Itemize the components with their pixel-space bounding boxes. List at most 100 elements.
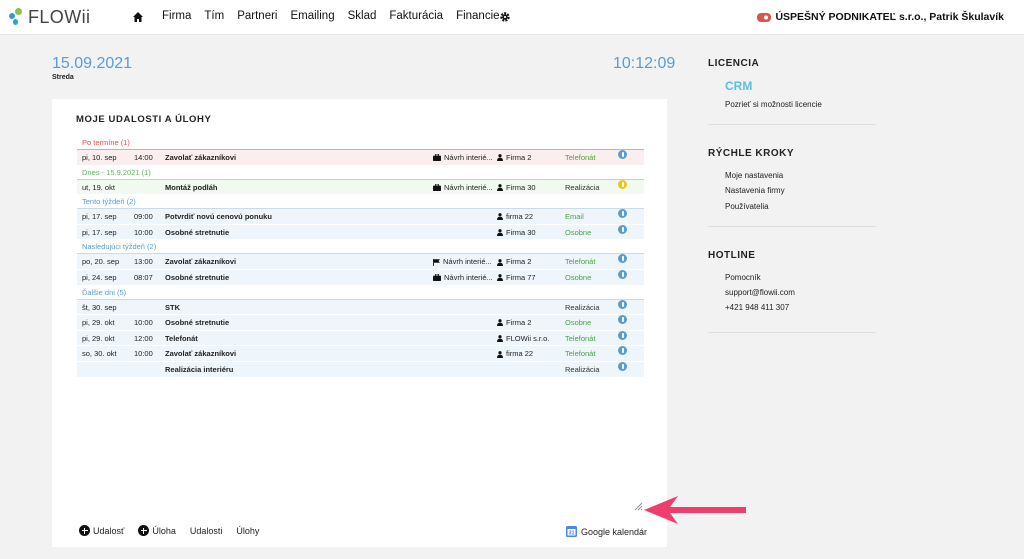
status-info-icon[interactable] xyxy=(618,330,627,340)
event-client[interactable]: Firma 77 xyxy=(497,270,536,286)
plus-icon xyxy=(138,525,150,536)
nav-item-emailing[interactable]: Emailing xyxy=(290,10,334,22)
event-title[interactable]: Realizácia interiéru xyxy=(165,362,233,378)
event-title[interactable]: Zavolať zákazníkovi xyxy=(165,150,236,166)
event-client[interactable]: firma 22 xyxy=(497,209,533,225)
briefcase-icon xyxy=(433,274,441,282)
status-info-icon[interactable] xyxy=(618,361,627,371)
status-info-icon[interactable] xyxy=(618,150,627,159)
status-info-icon[interactable] xyxy=(618,315,627,325)
person-icon xyxy=(497,335,503,343)
event-client[interactable]: Firma 30 xyxy=(497,225,536,241)
event-project-label: Návrh interié... xyxy=(444,153,493,162)
quick-link-users[interactable]: Používatelia xyxy=(725,202,769,211)
google-calendar-button[interactable]: 31 Google kalendár xyxy=(566,526,647,537)
event-client[interactable]: Firma 2 xyxy=(497,150,531,166)
quick-link-my-settings[interactable]: Moje nastavenia xyxy=(725,171,783,180)
divider xyxy=(708,226,876,227)
event-project[interactable]: Návrh interié... xyxy=(433,180,493,196)
event-title[interactable]: Telefonát xyxy=(165,331,198,347)
license-options-link[interactable]: Pozrieť si možnosti licencie xyxy=(725,100,822,109)
nav-item-fakturacia[interactable]: Fakturácia xyxy=(389,10,443,22)
event-project-label: Návrh interié... xyxy=(443,257,492,267)
event-client[interactable]: firma 22 xyxy=(497,346,533,362)
status-info-icon[interactable] xyxy=(618,299,627,309)
status-info-icon[interactable] xyxy=(618,254,627,264)
event-row[interactable]: pi, 24. sep 08:07 Osobné stretnutie Návrh i… xyxy=(77,269,644,286)
hotline-heading: HOTLINE xyxy=(708,250,756,261)
events-link[interactable]: Udalosti xyxy=(190,526,223,536)
gear-icon[interactable] xyxy=(499,11,511,23)
event-title[interactable]: Osobné stretnutie xyxy=(165,270,229,286)
nav-item-partneri[interactable]: Partneri xyxy=(237,10,277,22)
hotline-help-link[interactable]: Pomocník xyxy=(725,273,761,282)
event-row[interactable]: pi, 10. sep 14:00 Zavolať zákazníkovi Návrh… xyxy=(77,150,644,166)
event-project[interactable]: Návrh interié... xyxy=(433,150,493,166)
person-icon xyxy=(497,213,503,221)
event-title[interactable]: Montáž podláh xyxy=(165,180,218,196)
person-icon xyxy=(497,229,503,237)
event-time: 09:00 xyxy=(134,212,153,222)
event-type: Telefonát xyxy=(565,257,596,267)
hotline-email-link[interactable]: support@flowii.com xyxy=(725,288,795,297)
event-date: pi, 17. sep xyxy=(82,227,117,237)
quick-steps-heading: RÝCHLE KROKY xyxy=(708,148,795,159)
nav-item-firma[interactable]: Firma xyxy=(162,10,191,22)
license-plan: CRM xyxy=(725,79,753,93)
event-row[interactable]: Realizácia interiéru Realizácia xyxy=(77,361,644,378)
brand-name: FLOWii xyxy=(28,6,91,27)
event-row[interactable]: pi, 17. sep 10:00 Osobné stretnutie Firma 3… xyxy=(77,224,644,241)
event-client[interactable]: FLOWii s.r.o. xyxy=(497,331,549,347)
status-info-icon[interactable] xyxy=(618,179,627,189)
status-info-icon[interactable] xyxy=(618,269,627,279)
event-type: Realizácia xyxy=(565,302,600,312)
event-client-label: Firma 2 xyxy=(506,318,532,328)
event-title[interactable]: Osobné stretnutie xyxy=(165,225,229,241)
nav-item-financie[interactable]: Financie xyxy=(456,10,499,22)
nav-item-sklad[interactable]: Sklad xyxy=(348,10,377,22)
event-client[interactable]: Firma 2 xyxy=(497,315,531,331)
events-tasks-panel: MOJE UDALOSTI A ÚLOHY Po termíne (1) pi, … xyxy=(52,99,667,547)
person-icon xyxy=(497,154,503,162)
flowii-logo[interactable]: FLOWii xyxy=(7,6,90,28)
event-title[interactable]: Potvrdiť novú cenovú ponuku xyxy=(165,209,272,225)
event-client[interactable]: Firma 30 xyxy=(497,180,536,196)
event-row[interactable]: pi, 17. sep 09:00 Potvrdiť novú cenovú pon… xyxy=(77,209,644,225)
event-client[interactable]: Firma 2 xyxy=(497,254,531,270)
add-task-label: Úloha xyxy=(152,525,176,536)
event-client-label: firma 22 xyxy=(506,349,534,359)
event-row[interactable]: ut, 19. okt Montáž podláh Návrh interié...… xyxy=(77,179,644,196)
event-row[interactable]: po, 20. sep 13:00 Zavolať zákazníkovi Návrh… xyxy=(77,254,644,270)
tasks-link[interactable]: Úlohy xyxy=(236,526,259,536)
event-title[interactable]: STK xyxy=(165,300,180,316)
event-row[interactable]: pi, 29. okt 10:00 Osobné stretnutie Firma 2… xyxy=(77,315,644,331)
nav-item-tim[interactable]: Tím xyxy=(204,10,224,22)
google-calendar-label: Google kalendár xyxy=(581,526,648,537)
event-row[interactable]: so, 30. okt 10:00 Zavolať zákazníkovi firma… xyxy=(77,346,644,362)
event-title[interactable]: Zavolať zákazníkovi xyxy=(165,346,236,362)
status-info-icon[interactable] xyxy=(618,224,627,234)
company-user-menu[interactable]: ÚSPEŠNÝ PODNIKATEĽ s.r.o., Patrik Škulav… xyxy=(757,11,1004,23)
quick-link-company-settings[interactable]: Nastavenia firmy xyxy=(725,186,785,195)
event-project[interactable]: Návrh interié... xyxy=(433,254,492,270)
group-heading: Ďalšie dni (5) xyxy=(77,286,644,300)
plus-icon xyxy=(79,525,90,536)
group-heading: Nasledujúci týždeň (2) xyxy=(77,240,644,255)
event-time: 10:00 xyxy=(134,349,153,359)
event-client-label: Firma 30 xyxy=(506,182,536,192)
status-info-icon[interactable] xyxy=(618,346,627,356)
event-title[interactable]: Osobné stretnutie xyxy=(165,315,229,331)
event-date: pi, 29. okt xyxy=(82,318,115,328)
event-title[interactable]: Zavolať zákazníkovi xyxy=(165,254,236,270)
flowii-logo-icon xyxy=(7,7,23,27)
calendar-icon: 31 xyxy=(566,526,577,537)
event-client-label: FLOWii s.r.o. xyxy=(506,333,550,343)
home-icon[interactable] xyxy=(132,11,144,23)
event-row[interactable]: pi, 29. okt 12:00 Telefonát FLOWii s.r.o. Te… xyxy=(77,330,644,347)
event-date: ut, 19. okt xyxy=(82,182,115,192)
add-event-button[interactable]: Udalosť xyxy=(79,525,124,536)
add-task-button[interactable]: Úloha xyxy=(138,525,176,536)
status-info-icon[interactable] xyxy=(618,209,627,219)
event-row[interactable]: št, 30. sep STK Realizácia xyxy=(77,299,644,316)
event-project[interactable]: Návrh interié... xyxy=(433,270,493,286)
